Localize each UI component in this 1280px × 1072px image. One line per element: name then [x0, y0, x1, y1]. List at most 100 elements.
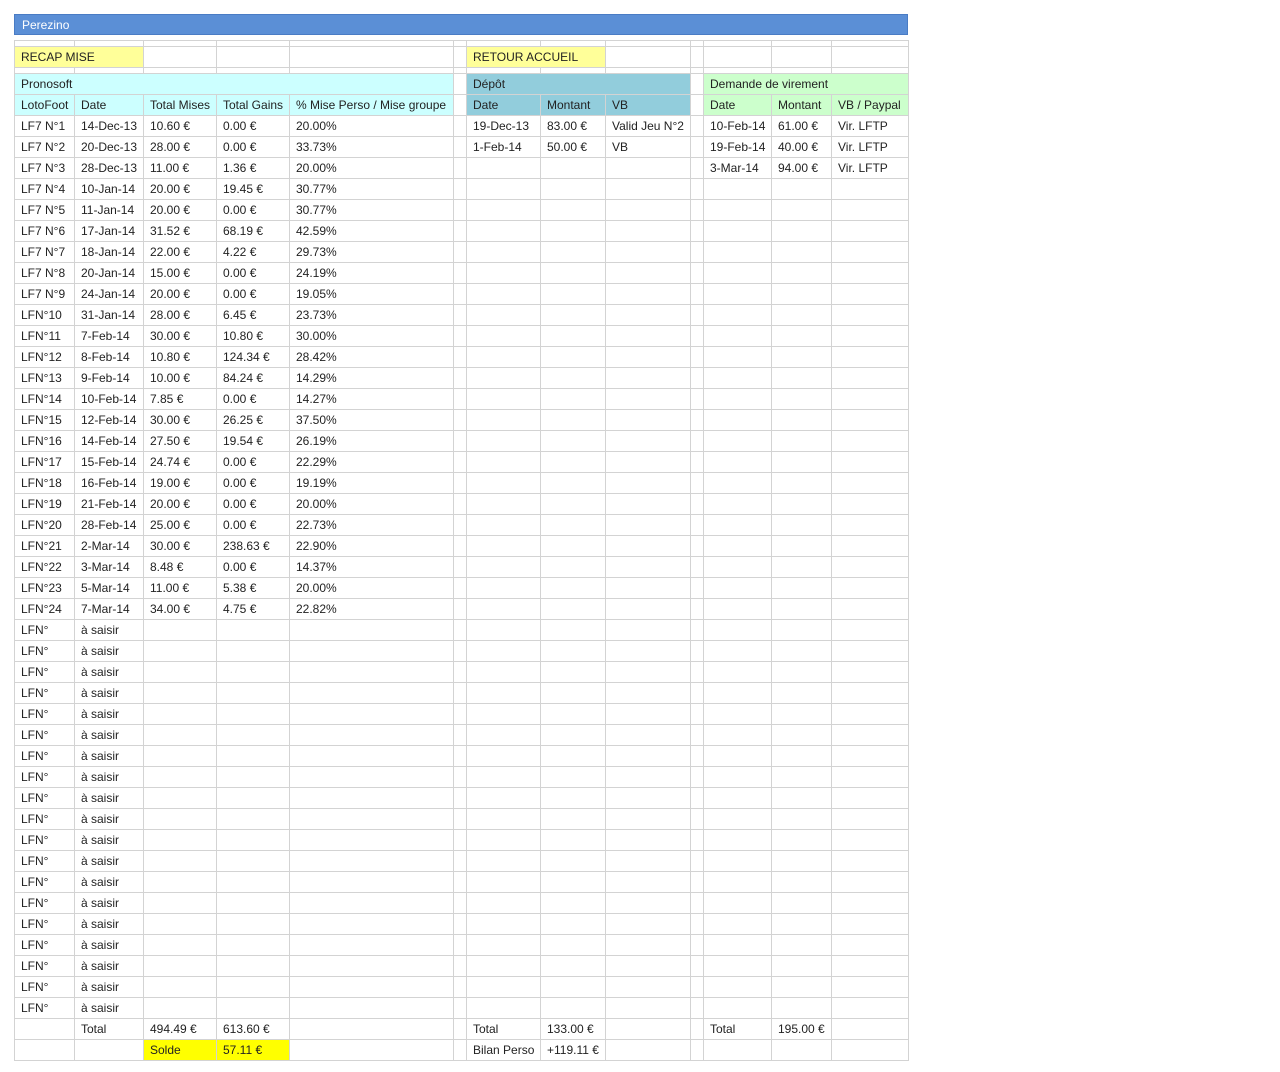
- virement-cell[interactable]: [831, 913, 909, 935]
- depot-cell[interactable]: [605, 514, 691, 536]
- virement-cell[interactable]: [703, 451, 772, 473]
- virement-cell[interactable]: [771, 598, 832, 620]
- pronosoft-cell[interactable]: [216, 703, 290, 725]
- pronosoft-cell[interactable]: 3-Mar-14: [74, 556, 144, 578]
- virement-cell[interactable]: [703, 829, 772, 851]
- pronosoft-cell[interactable]: LFN°11: [14, 325, 75, 347]
- pronosoft-cell[interactable]: LF7 N°6: [14, 220, 75, 242]
- pronosoft-cell[interactable]: à saisir: [74, 913, 144, 935]
- virement-cell[interactable]: [831, 640, 909, 662]
- pronosoft-cell[interactable]: [216, 640, 290, 662]
- pronosoft-cell[interactable]: 5.38 €: [216, 577, 290, 599]
- depot-cell[interactable]: [540, 577, 606, 599]
- pronosoft-cell[interactable]: 20.00 €: [143, 178, 217, 200]
- pronosoft-cell[interactable]: [216, 661, 290, 683]
- virement-cell[interactable]: 3-Mar-14: [703, 157, 772, 179]
- virement-cell[interactable]: [831, 388, 909, 410]
- pronosoft-cell[interactable]: à saisir: [74, 829, 144, 851]
- depot-cell[interactable]: [605, 409, 691, 431]
- depot-cell[interactable]: [540, 829, 606, 851]
- pronosoft-cell[interactable]: [289, 829, 454, 851]
- pronosoft-cell[interactable]: à saisir: [74, 661, 144, 683]
- virement-cell[interactable]: [703, 430, 772, 452]
- pronosoft-cell[interactable]: [289, 703, 454, 725]
- virement-cell[interactable]: [703, 619, 772, 641]
- depot-cell[interactable]: [540, 325, 606, 347]
- depot-cell[interactable]: [540, 619, 606, 641]
- pronosoft-cell[interactable]: LF7 N°4: [14, 178, 75, 200]
- pronosoft-cell[interactable]: [143, 745, 217, 767]
- virement-cell[interactable]: [831, 262, 909, 284]
- depot-cell[interactable]: [466, 766, 541, 788]
- pronosoft-cell[interactable]: 31-Jan-14: [74, 304, 144, 326]
- depot-cell[interactable]: [540, 682, 606, 704]
- depot-cell[interactable]: [466, 913, 541, 935]
- depot-cell[interactable]: [605, 997, 691, 1019]
- depot-cell[interactable]: [466, 892, 541, 914]
- virement-cell[interactable]: [831, 619, 909, 641]
- virement-cell[interactable]: [771, 241, 832, 263]
- virement-cell[interactable]: [771, 829, 832, 851]
- depot-cell[interactable]: [605, 157, 691, 179]
- depot-cell[interactable]: [466, 619, 541, 641]
- cell[interactable]: [831, 1039, 909, 1061]
- pronosoft-cell[interactable]: LFN°: [14, 661, 75, 683]
- virement-cell[interactable]: [703, 325, 772, 347]
- pronosoft-cell[interactable]: LFN°23: [14, 577, 75, 599]
- pronosoft-cell[interactable]: 10-Jan-14: [74, 178, 144, 200]
- pronosoft-cell[interactable]: [289, 724, 454, 746]
- depot-cell[interactable]: [605, 577, 691, 599]
- depot-cell[interactable]: [466, 829, 541, 851]
- depot-cell[interactable]: [540, 703, 606, 725]
- virement-cell[interactable]: [771, 514, 832, 536]
- virement-cell[interactable]: [703, 850, 772, 872]
- pronosoft-cell[interactable]: 10.80 €: [216, 325, 290, 347]
- cell[interactable]: [14, 1039, 75, 1061]
- virement-cell[interactable]: [831, 892, 909, 914]
- pronosoft-cell[interactable]: 28-Feb-14: [74, 514, 144, 536]
- pronosoft-cell[interactable]: 16-Feb-14: [74, 472, 144, 494]
- pronosoft-cell[interactable]: 34.00 €: [143, 598, 217, 620]
- virement-cell[interactable]: [831, 808, 909, 830]
- virement-cell[interactable]: [703, 682, 772, 704]
- depot-cell[interactable]: [605, 640, 691, 662]
- pronosoft-cell[interactable]: 25.00 €: [143, 514, 217, 536]
- cell[interactable]: [703, 1039, 772, 1061]
- depot-cell[interactable]: [540, 850, 606, 872]
- virement-cell[interactable]: 94.00 €: [771, 157, 832, 179]
- virement-cell[interactable]: [771, 640, 832, 662]
- depot-cell[interactable]: [466, 241, 541, 263]
- depot-cell[interactable]: [605, 976, 691, 998]
- depot-cell[interactable]: [605, 703, 691, 725]
- pronosoft-cell[interactable]: 10.80 €: [143, 346, 217, 368]
- pronosoft-cell[interactable]: à saisir: [74, 682, 144, 704]
- depot-cell[interactable]: [466, 682, 541, 704]
- virement-cell[interactable]: [831, 682, 909, 704]
- pronosoft-cell[interactable]: à saisir: [74, 850, 144, 872]
- pronosoft-cell[interactable]: [216, 934, 290, 956]
- depot-cell[interactable]: [540, 472, 606, 494]
- pronosoft-cell[interactable]: 8.48 €: [143, 556, 217, 578]
- virement-cell[interactable]: [771, 556, 832, 578]
- virement-cell[interactable]: [703, 871, 772, 893]
- depot-cell[interactable]: [466, 472, 541, 494]
- virement-cell[interactable]: [771, 724, 832, 746]
- virement-cell[interactable]: [771, 745, 832, 767]
- depot-cell[interactable]: [466, 640, 541, 662]
- cell[interactable]: [74, 1039, 144, 1061]
- depot-cell[interactable]: [466, 955, 541, 977]
- pronosoft-cell[interactable]: 21-Feb-14: [74, 493, 144, 515]
- virement-cell[interactable]: [771, 220, 832, 242]
- virement-cell[interactable]: [831, 451, 909, 473]
- pronosoft-cell[interactable]: LFN°22: [14, 556, 75, 578]
- pronosoft-cell[interactable]: [289, 766, 454, 788]
- depot-cell[interactable]: [540, 430, 606, 452]
- virement-cell[interactable]: [771, 409, 832, 431]
- retour-accueil-button[interactable]: RETOUR ACCUEIL: [466, 46, 606, 68]
- virement-cell[interactable]: Vir. LFTP: [831, 157, 909, 179]
- depot-cell[interactable]: [540, 346, 606, 368]
- depot-cell[interactable]: [540, 766, 606, 788]
- virement-cell[interactable]: [831, 871, 909, 893]
- virement-cell[interactable]: [771, 619, 832, 641]
- pronosoft-cell[interactable]: LFN°20: [14, 514, 75, 536]
